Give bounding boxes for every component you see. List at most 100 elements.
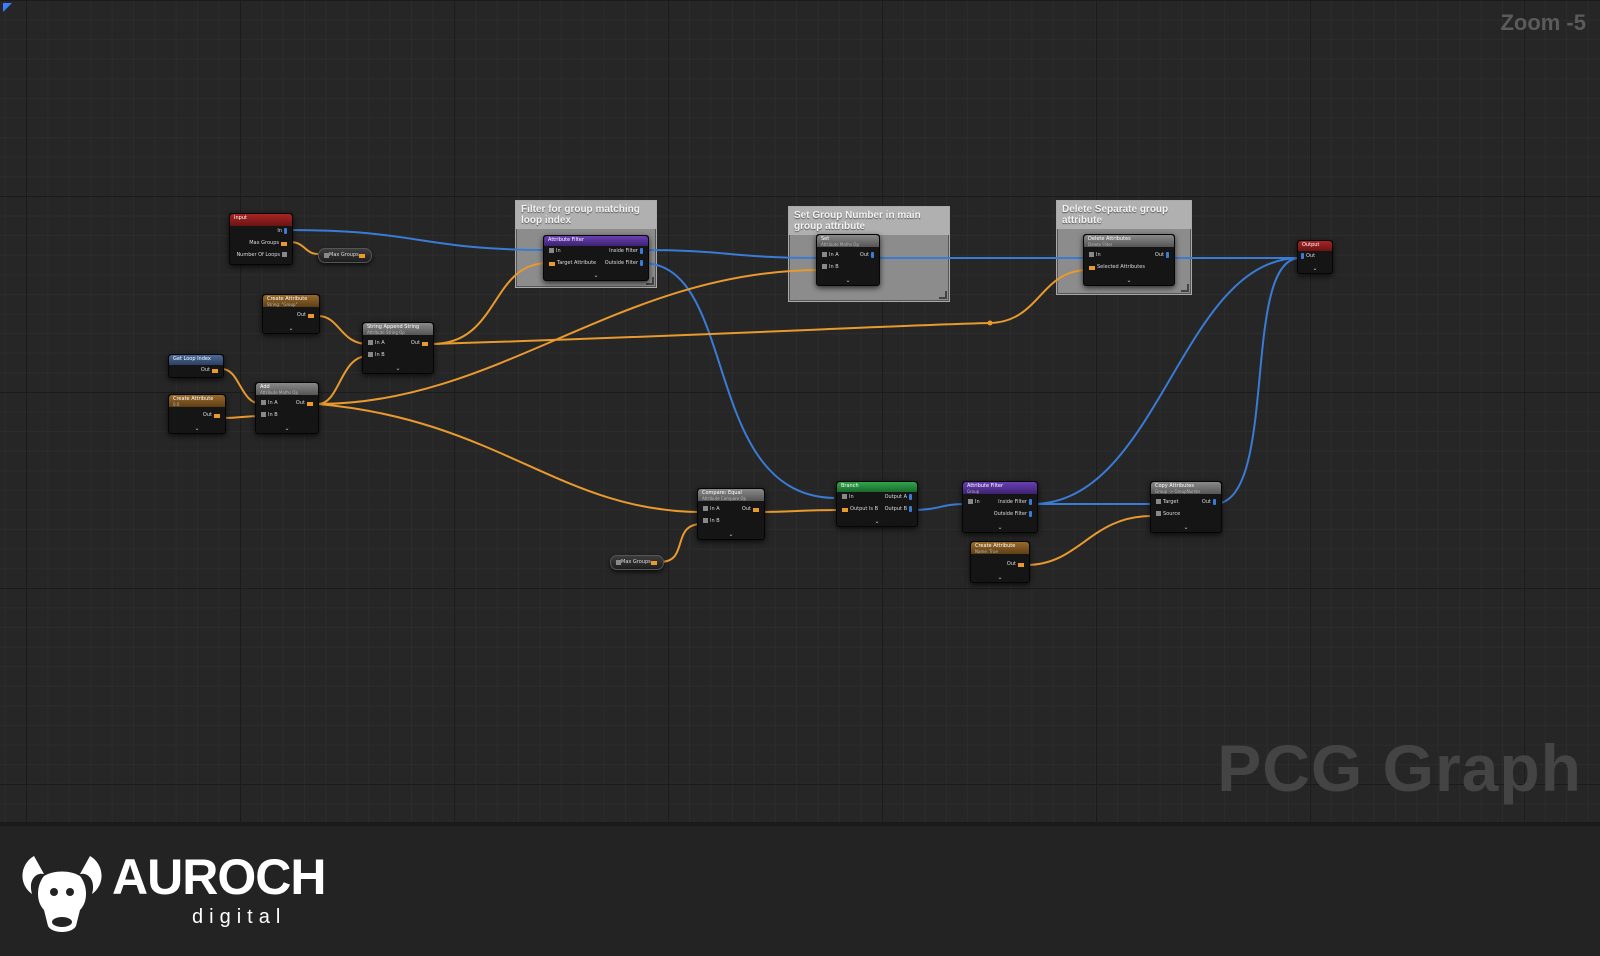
bull-head-icon <box>22 856 102 932</box>
pin-out[interactable]: Out <box>203 411 222 419</box>
node-title: Get Loop Index <box>173 356 211 362</box>
node-subtitle: Attribute Compare Op <box>702 496 747 501</box>
node-string-append[interactable]: String Append String Attribute String Op … <box>362 322 434 374</box>
pin-out-outside-filter[interactable]: Outside Filter <box>994 510 1034 518</box>
node-title: Output <box>1302 242 1320 248</box>
node-title: String Append String <box>367 324 420 330</box>
pin-icon <box>358 254 365 256</box>
pin-out-outside-filter[interactable]: Outside Filter <box>605 259 645 267</box>
pin-out[interactable]: Out <box>860 251 876 259</box>
pin-out[interactable]: Out <box>742 505 761 513</box>
node-input[interactable]: Input In Max Groups Number Of Loops <box>229 213 293 265</box>
node-create-attribute-group[interactable]: Create Attribute String: "Group" Out ⌄ <box>262 294 320 334</box>
expand-chevron-icon[interactable]: ⌄ <box>698 532 764 538</box>
pin-out[interactable]: Out <box>201 366 220 374</box>
resize-grip-icon[interactable] <box>1181 284 1189 292</box>
node-compare-equal[interactable]: Compare: Equal Attribute Compare Op In A … <box>697 488 765 540</box>
pin-out-in[interactable]: In <box>277 227 289 235</box>
wire-add-to-compare <box>317 403 703 513</box>
wire-input-to-filter <box>287 229 549 251</box>
node-subtitle: Group <box>967 489 980 494</box>
pin-in[interactable]: In <box>840 493 854 501</box>
expand-chevron-icon[interactable]: ⌄ <box>837 519 917 525</box>
node-max-groups-bottom[interactable]: Max Groups <box>610 555 664 570</box>
wire-compare-to-branch <box>759 509 841 513</box>
expand-chevron-icon[interactable]: ⌄ <box>1298 266 1332 272</box>
pin-out[interactable]: Out <box>297 311 316 319</box>
node-title: Copy Attributes <box>1155 483 1194 489</box>
pin-in-b[interactable]: In B <box>820 263 839 271</box>
node-attribute-filter[interactable]: Attribute Filter In Target Attribute Ins… <box>543 235 649 281</box>
reroute-node[interactable] <box>987 320 993 326</box>
pin-in-source[interactable]: Source <box>1154 510 1180 518</box>
pin-icon <box>324 253 329 258</box>
pin-icon <box>616 560 621 565</box>
node-title: Branch <box>841 483 859 489</box>
expand-chevron-icon[interactable]: ⌄ <box>817 278 879 284</box>
pin-icon <box>650 561 657 563</box>
pin-out-number-of-loops[interactable]: Number Of Loops <box>236 251 289 259</box>
pin-in-output-is-b[interactable]: Output Is B <box>840 505 878 513</box>
pin-in-a[interactable]: In A <box>820 251 839 259</box>
pin-out[interactable]: Out <box>1202 498 1218 506</box>
comment-title: Filter for group matching loop index <box>516 201 656 229</box>
node-attribute-filter-group[interactable]: Attribute Filter Group In Inside Filter O… <box>962 481 1038 533</box>
pin-in-b[interactable]: In B <box>259 411 278 419</box>
pin-out-max-groups[interactable]: Max Groups <box>249 239 289 247</box>
expand-chevron-icon[interactable]: ⌄ <box>363 366 433 372</box>
comment-title: Set Group Number in main group attribute <box>789 207 949 235</box>
node-create-attribute-float[interactable]: Create Attribute 0.0 Out ⌄ <box>168 394 226 434</box>
pin-out[interactable]: Out <box>1155 251 1171 259</box>
pin-out-inside-filter[interactable]: Inside Filter <box>998 498 1034 506</box>
pin-out[interactable]: Out <box>1007 560 1026 568</box>
node-max-groups-top[interactable]: Max Groups <box>318 248 372 263</box>
expand-chevron-icon[interactable]: ⌄ <box>263 326 319 332</box>
pcg-graph-canvas[interactable]: Zoom -5 PCG Graph Filter for group match… <box>0 0 1600 826</box>
pin-in-target[interactable]: Target <box>1154 498 1178 506</box>
resize-grip-icon[interactable] <box>939 291 947 299</box>
pin-in-target-attribute[interactable]: Target Attribute <box>547 259 596 267</box>
pin-in-selected-attributes[interactable]: Selected Attributes <box>1087 263 1145 271</box>
wire-add-to-append <box>317 355 369 405</box>
node-title: Input <box>234 215 247 221</box>
expand-chevron-icon[interactable]: ⌄ <box>963 525 1037 531</box>
node-title: Compare: Equal <box>702 490 742 496</box>
node-copy-attributes[interactable]: Copy Attributes Group -> GroupNumbr Targe… <box>1150 481 1222 533</box>
node-get-loop-index[interactable]: Get Loop Index Out <box>168 354 224 378</box>
pin-in[interactable]: In <box>966 498 980 506</box>
expand-chevron-icon[interactable]: ⌄ <box>169 426 225 432</box>
wire-createattr1-to-append <box>317 315 369 345</box>
node-branch[interactable]: Branch In Output Is B Output A Output B … <box>836 481 918 527</box>
wire-copy-to-output <box>1213 257 1301 505</box>
pin-in-a[interactable]: In A <box>701 505 720 513</box>
expand-chevron-icon[interactable]: ⌄ <box>1084 278 1174 284</box>
node-output[interactable]: Output Out ⌄ <box>1297 240 1333 274</box>
pin-in[interactable]: In <box>547 247 561 255</box>
pin-in-b[interactable]: In B <box>366 351 385 359</box>
node-create-attribute-name[interactable]: Create Attribute Name: True Out ⌄ <box>970 541 1030 583</box>
pin-in-b[interactable]: In B <box>701 517 720 525</box>
node-delete-attributes[interactable]: Delete Attributes Delete Filter In Select… <box>1083 234 1175 286</box>
pin-out[interactable]: Out <box>296 399 315 407</box>
node-subtitle: Attribute Maths Op <box>260 390 298 395</box>
expand-chevron-icon[interactable]: ⌄ <box>544 273 648 279</box>
expand-chevron-icon[interactable]: ⌄ <box>1151 525 1221 531</box>
node-set-group[interactable]: Set Attribute Maths Op In A In B Out ⌄ <box>816 234 880 286</box>
wire-layer <box>221 229 1301 566</box>
pin-in-a[interactable]: In A <box>366 339 385 347</box>
expand-chevron-icon[interactable]: ⌄ <box>256 426 318 432</box>
pin-in-a[interactable]: In A <box>259 399 278 407</box>
pin-in-out[interactable]: Out <box>1299 252 1315 260</box>
pin-out[interactable]: Out <box>411 339 430 347</box>
node-add[interactable]: Add Attribute Maths Op In A In B Out ⌄ <box>255 382 319 434</box>
node-title: Delete Attributes <box>1088 236 1131 242</box>
wire-maxgroups-to-compare <box>659 523 703 563</box>
brand-subtitle: digital <box>192 906 287 928</box>
pin-out-b[interactable]: Output B <box>885 505 914 513</box>
zoom-label: Zoom -5 <box>1500 10 1586 35</box>
expand-chevron-icon[interactable]: ⌄ <box>971 575 1029 581</box>
wire-createattr3-to-copy <box>1025 515 1153 566</box>
pin-out-inside-filter[interactable]: Inside Filter <box>609 247 645 255</box>
pin-in[interactable]: In <box>1087 251 1101 259</box>
pin-out-a[interactable]: Output A <box>885 493 914 501</box>
